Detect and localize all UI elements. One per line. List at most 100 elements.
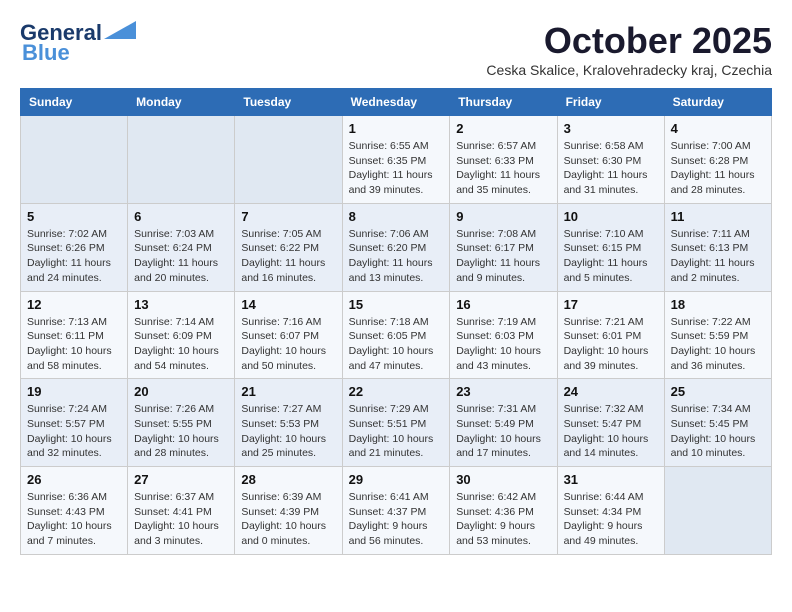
- calendar-week-row: 26 Sunrise: 6:36 AM Sunset: 4:43 PM Dayli…: [21, 467, 772, 555]
- day-number: 13: [134, 297, 228, 312]
- day-number: 29: [349, 472, 444, 487]
- weekday-header-thursday: Thursday: [450, 89, 557, 116]
- calendar-cell: 15 Sunrise: 7:18 AM Sunset: 6:05 PM Dayli…: [342, 291, 450, 379]
- day-number: 6: [134, 209, 228, 224]
- day-info: Sunrise: 7:03 AM Sunset: 6:24 PM Dayligh…: [134, 227, 228, 286]
- calendar-body: 1 Sunrise: 6:55 AM Sunset: 6:35 PM Daylig…: [21, 116, 772, 555]
- title-block: October 2025 Ceska Skalice, Kralovehrade…: [486, 20, 772, 78]
- calendar-cell: 3Sunrise: 6:58 AM Sunset: 6:30 PM Daylig…: [557, 116, 664, 204]
- day-info: Sunrise: 7:32 AM Sunset: 5:47 PM Dayligh…: [564, 402, 658, 461]
- day-number: 8: [349, 209, 444, 224]
- day-info: Sunrise: 7:22 AM Sunset: 5:59 PM Dayligh…: [671, 315, 765, 374]
- location-subtitle: Ceska Skalice, Kralovehradecky kraj, Cze…: [486, 62, 772, 78]
- calendar-cell: 30 Sunrise: 6:42 AM Sunset: 4:36 PM Dayli…: [450, 467, 557, 555]
- logo: General Blue: [20, 20, 136, 66]
- day-number: 22: [349, 384, 444, 399]
- day-info: Sunrise: 7:29 AM Sunset: 5:51 PM Dayligh…: [349, 402, 444, 461]
- calendar-cell: 12Sunrise: 7:13 AM Sunset: 6:11 PM Dayli…: [21, 291, 128, 379]
- day-number: 21: [241, 384, 335, 399]
- calendar-cell: 2 Sunrise: 6:57 AM Sunset: 6:33 PM Daylig…: [450, 116, 557, 204]
- day-info: Sunrise: 7:14 AM Sunset: 6:09 PM Dayligh…: [134, 315, 228, 374]
- calendar-cell: [664, 467, 771, 555]
- calendar-cell: 21 Sunrise: 7:27 AM Sunset: 5:53 PM Dayli…: [235, 379, 342, 467]
- calendar-cell: 16 Sunrise: 7:19 AM Sunset: 6:03 PM Dayli…: [450, 291, 557, 379]
- calendar-cell: 7Sunrise: 7:05 AM Sunset: 6:22 PM Daylig…: [235, 203, 342, 291]
- day-number: 19: [27, 384, 121, 399]
- day-number: 18: [671, 297, 765, 312]
- day-info: Sunrise: 7:18 AM Sunset: 6:05 PM Dayligh…: [349, 315, 444, 374]
- day-number: 5: [27, 209, 121, 224]
- calendar-cell: 13 Sunrise: 7:14 AM Sunset: 6:09 PM Dayli…: [128, 291, 235, 379]
- calendar-cell: 17 Sunrise: 7:21 AM Sunset: 6:01 PM Dayli…: [557, 291, 664, 379]
- day-number: 24: [564, 384, 658, 399]
- logo-blue: Blue: [22, 40, 70, 66]
- day-info: Sunrise: 6:57 AM Sunset: 6:33 PM Dayligh…: [456, 139, 550, 198]
- day-number: 12: [27, 297, 121, 312]
- day-info: Sunrise: 7:08 AM Sunset: 6:17 PM Dayligh…: [456, 227, 550, 286]
- day-number: 15: [349, 297, 444, 312]
- calendar-cell: 14 Sunrise: 7:16 AM Sunset: 6:07 PM Dayli…: [235, 291, 342, 379]
- day-number: 30: [456, 472, 550, 487]
- calendar-cell: 5 Sunrise: 7:02 AM Sunset: 6:26 PM Daylig…: [21, 203, 128, 291]
- calendar-cell: 4Sunrise: 7:00 AM Sunset: 6:28 PM Daylig…: [664, 116, 771, 204]
- day-info: Sunrise: 7:16 AM Sunset: 6:07 PM Dayligh…: [241, 315, 335, 374]
- weekday-header-monday: Monday: [128, 89, 235, 116]
- calendar-header: SundayMondayTuesdayWednesdayThursdayFrid…: [21, 89, 772, 116]
- calendar-cell: 26 Sunrise: 6:36 AM Sunset: 4:43 PM Dayli…: [21, 467, 128, 555]
- day-number: 10: [564, 209, 658, 224]
- day-info: Sunrise: 7:02 AM Sunset: 6:26 PM Dayligh…: [27, 227, 121, 286]
- day-info: Sunrise: 7:26 AM Sunset: 5:55 PM Dayligh…: [134, 402, 228, 461]
- day-info: Sunrise: 7:19 AM Sunset: 6:03 PM Dayligh…: [456, 315, 550, 374]
- weekday-header-saturday: Saturday: [664, 89, 771, 116]
- day-number: 17: [564, 297, 658, 312]
- calendar-cell: 25Sunrise: 7:34 AM Sunset: 5:45 PM Dayli…: [664, 379, 771, 467]
- calendar-cell: 22 Sunrise: 7:29 AM Sunset: 5:51 PM Dayli…: [342, 379, 450, 467]
- calendar-week-row: 12Sunrise: 7:13 AM Sunset: 6:11 PM Dayli…: [21, 291, 772, 379]
- day-info: Sunrise: 7:31 AM Sunset: 5:49 PM Dayligh…: [456, 402, 550, 461]
- day-info: Sunrise: 6:55 AM Sunset: 6:35 PM Dayligh…: [349, 139, 444, 198]
- calendar-cell: 8 Sunrise: 7:06 AM Sunset: 6:20 PM Daylig…: [342, 203, 450, 291]
- logo-arrow-icon: [104, 21, 136, 39]
- day-number: 14: [241, 297, 335, 312]
- calendar-cell: 11Sunrise: 7:11 AM Sunset: 6:13 PM Dayli…: [664, 203, 771, 291]
- weekday-header-tuesday: Tuesday: [235, 89, 342, 116]
- calendar-cell: 31Sunrise: 6:44 AM Sunset: 4:34 PM Dayli…: [557, 467, 664, 555]
- calendar-cell: 9 Sunrise: 7:08 AM Sunset: 6:17 PM Daylig…: [450, 203, 557, 291]
- day-number: 2: [456, 121, 550, 136]
- calendar-cell: 1 Sunrise: 6:55 AM Sunset: 6:35 PM Daylig…: [342, 116, 450, 204]
- calendar-cell: 19 Sunrise: 7:24 AM Sunset: 5:57 PM Dayli…: [21, 379, 128, 467]
- calendar-cell: [235, 116, 342, 204]
- day-info: Sunrise: 6:42 AM Sunset: 4:36 PM Dayligh…: [456, 490, 550, 549]
- calendar-cell: 29 Sunrise: 6:41 AM Sunset: 4:37 PM Dayli…: [342, 467, 450, 555]
- day-info: Sunrise: 7:24 AM Sunset: 5:57 PM Dayligh…: [27, 402, 121, 461]
- day-info: Sunrise: 7:21 AM Sunset: 6:01 PM Dayligh…: [564, 315, 658, 374]
- day-number: 16: [456, 297, 550, 312]
- calendar-cell: 18 Sunrise: 7:22 AM Sunset: 5:59 PM Dayli…: [664, 291, 771, 379]
- calendar-cell: 27 Sunrise: 6:37 AM Sunset: 4:41 PM Dayli…: [128, 467, 235, 555]
- calendar-week-row: 5 Sunrise: 7:02 AM Sunset: 6:26 PM Daylig…: [21, 203, 772, 291]
- day-info: Sunrise: 7:11 AM Sunset: 6:13 PM Dayligh…: [671, 227, 765, 286]
- day-number: 27: [134, 472, 228, 487]
- day-number: 31: [564, 472, 658, 487]
- calendar-cell: [128, 116, 235, 204]
- day-number: 23: [456, 384, 550, 399]
- day-number: 26: [27, 472, 121, 487]
- calendar-cell: 6 Sunrise: 7:03 AM Sunset: 6:24 PM Daylig…: [128, 203, 235, 291]
- day-number: 25: [671, 384, 765, 399]
- day-number: 20: [134, 384, 228, 399]
- calendar-cell: 24 Sunrise: 7:32 AM Sunset: 5:47 PM Dayli…: [557, 379, 664, 467]
- day-info: Sunrise: 7:27 AM Sunset: 5:53 PM Dayligh…: [241, 402, 335, 461]
- day-info: Sunrise: 6:37 AM Sunset: 4:41 PM Dayligh…: [134, 490, 228, 549]
- calendar-cell: 28Sunrise: 6:39 AM Sunset: 4:39 PM Dayli…: [235, 467, 342, 555]
- day-info: Sunrise: 6:36 AM Sunset: 4:43 PM Dayligh…: [27, 490, 121, 549]
- day-info: Sunrise: 7:06 AM Sunset: 6:20 PM Dayligh…: [349, 227, 444, 286]
- day-info: Sunrise: 6:39 AM Sunset: 4:39 PM Dayligh…: [241, 490, 335, 549]
- day-info: Sunrise: 7:10 AM Sunset: 6:15 PM Dayligh…: [564, 227, 658, 286]
- day-number: 1: [349, 121, 444, 136]
- weekday-header-row: SundayMondayTuesdayWednesdayThursdayFrid…: [21, 89, 772, 116]
- calendar-cell: 10 Sunrise: 7:10 AM Sunset: 6:15 PM Dayli…: [557, 203, 664, 291]
- day-info: Sunrise: 6:58 AM Sunset: 6:30 PM Dayligh…: [564, 139, 658, 198]
- day-number: 9: [456, 209, 550, 224]
- day-info: Sunrise: 6:41 AM Sunset: 4:37 PM Dayligh…: [349, 490, 444, 549]
- calendar-cell: [21, 116, 128, 204]
